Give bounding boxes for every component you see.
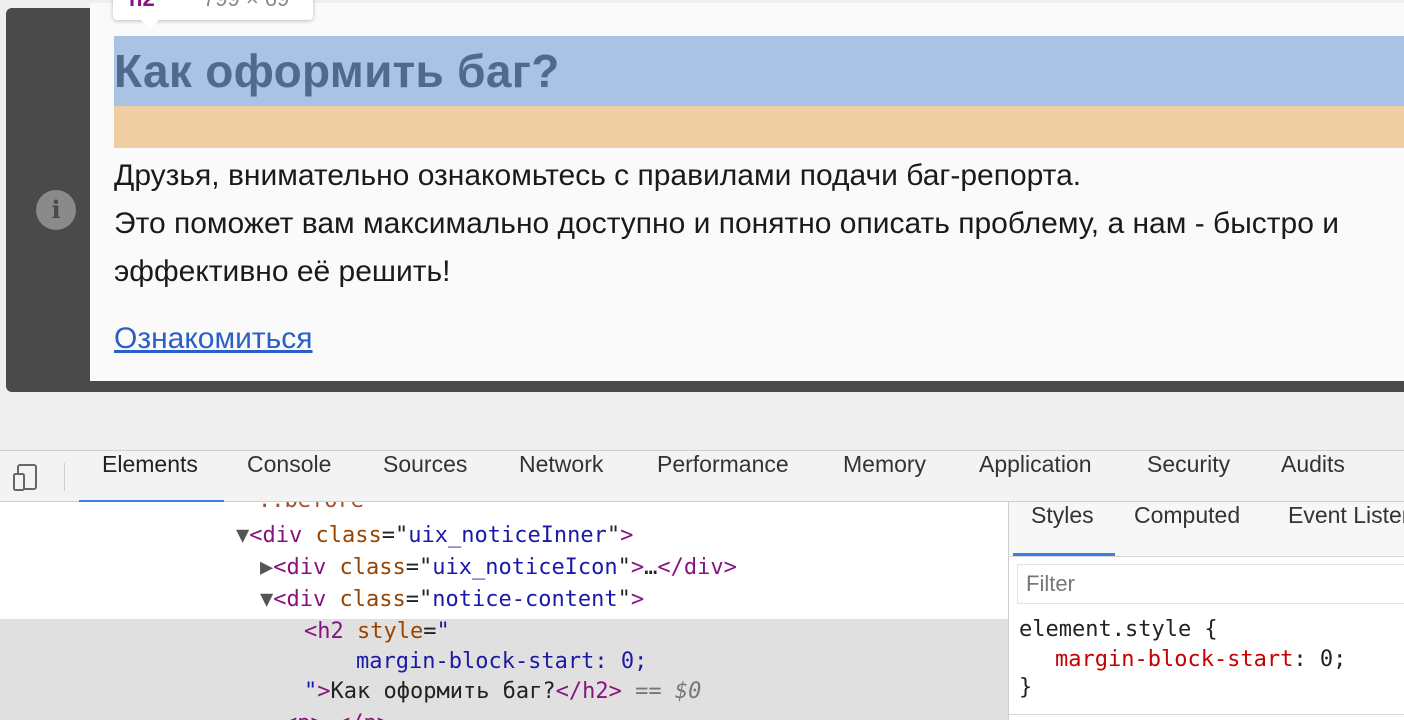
- paragraph-line-3: эффективно её решить!: [114, 255, 451, 288]
- style-rule-declaration[interactable]: margin-block-start: 0;: [1055, 645, 1346, 675]
- inspect-highlight-margin: [114, 106, 1404, 148]
- active-styles-tab-indicator: [1013, 553, 1115, 556]
- dom-node-notice-icon[interactable]: ▶<div class="uix_noticeIcon">…</div>: [260, 553, 737, 583]
- dom-node-h2-open[interactable]: <h2 style=": [304, 617, 450, 647]
- device-toolbar-icon[interactable]: [12, 462, 42, 492]
- tab-separator: [64, 463, 65, 491]
- dom-node-notice-inner[interactable]: ▼<div class="uix_noticeInner">: [236, 521, 633, 551]
- dom-node-p[interactable]: <p>…</p>: [284, 709, 390, 720]
- inspect-tooltip: h2 799 × 69: [113, 0, 313, 29]
- tab-network[interactable]: Network: [519, 451, 603, 503]
- collapse-triangle-icon[interactable]: ▼: [236, 523, 249, 548]
- dom-node-notice-content[interactable]: ▼<div class="notice-content">: [260, 585, 644, 615]
- tab-computed[interactable]: Computed: [1134, 502, 1240, 556]
- tab-performance[interactable]: Performance: [657, 451, 789, 503]
- expand-triangle-icon[interactable]: ▶: [260, 555, 273, 580]
- dom-node-h2-text[interactable]: ">Как оформить баг?</h2> == $0: [304, 677, 701, 707]
- tab-console[interactable]: Console: [247, 451, 331, 503]
- tab-elements[interactable]: Elements: [102, 451, 198, 503]
- page-viewport: i Как оформить баг? Друзья, внимательно …: [0, 0, 1404, 450]
- paragraph-line-2: Это поможет вам максимально доступно и п…: [114, 207, 1339, 240]
- devtools-panel: Elements Console Sources Network Perform…: [0, 450, 1404, 720]
- styles-tabbar: Styles Computed Event Listeners: [1009, 502, 1404, 557]
- tab-audits[interactable]: Audits: [1281, 451, 1345, 503]
- selected-marker: == $0: [635, 679, 702, 704]
- style-rule-selector[interactable]: element.style {: [1019, 615, 1218, 645]
- tab-styles[interactable]: Styles: [1031, 502, 1094, 556]
- styles-pane: Styles Computed Event Listeners Filter e…: [1008, 502, 1404, 720]
- elements-tree: ::before ▼<div class="uix_noticeInner"> …: [0, 502, 1008, 720]
- dom-node-h2-style[interactable]: margin-block-start: 0;: [356, 647, 647, 677]
- notice-paragraph: Друзья, внимательно ознакомьтесь с прави…: [114, 152, 1339, 296]
- collapse-triangle-icon[interactable]: ▼: [260, 587, 273, 612]
- tab-event-listeners[interactable]: Event Listeners: [1288, 502, 1404, 556]
- styles-filter-input[interactable]: Filter: [1017, 564, 1404, 604]
- info-icon: i: [36, 190, 76, 230]
- style-rule-divider: [1009, 714, 1404, 715]
- tab-sources[interactable]: Sources: [383, 451, 467, 503]
- tab-memory[interactable]: Memory: [843, 451, 926, 503]
- tab-security[interactable]: Security: [1147, 451, 1230, 503]
- tab-application[interactable]: Application: [979, 451, 1092, 503]
- dom-before-pseudo[interactable]: ::before: [258, 502, 364, 516]
- paragraph-line-1: Друзья, внимательно ознакомьтесь с прави…: [114, 159, 1082, 192]
- read-rules-link[interactable]: Ознакомиться: [114, 322, 313, 356]
- style-rule-close: }: [1019, 675, 1033, 700]
- notice-heading: Как оформить баг?: [114, 45, 560, 97]
- devtools-tabbar: Elements Console Sources Network Perform…: [0, 450, 1404, 503]
- tooltip-tag: h2: [129, 0, 155, 12]
- tooltip-dims: 799 × 69: [203, 0, 289, 12]
